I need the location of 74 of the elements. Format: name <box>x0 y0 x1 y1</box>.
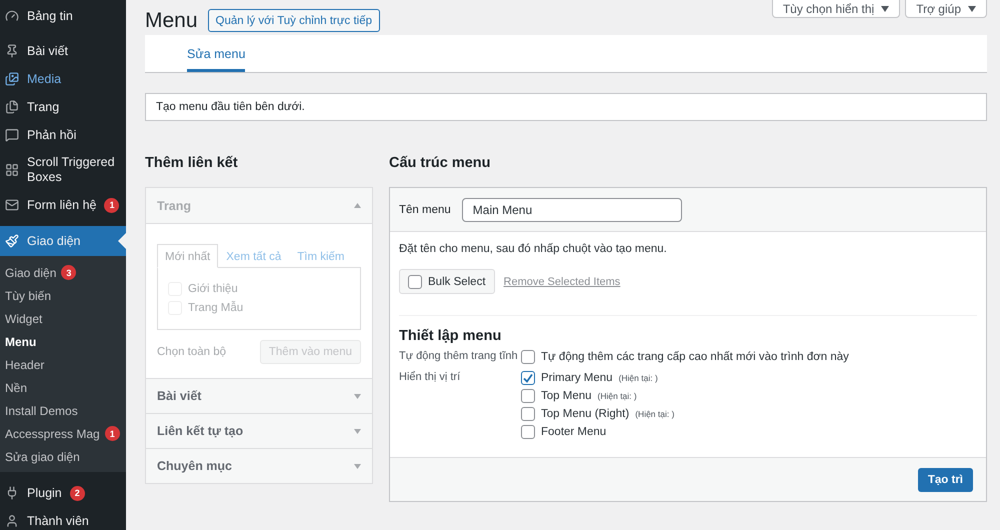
sidebar-item[interactable]: Bài viết <box>0 37 126 65</box>
caret-icon <box>354 464 361 468</box>
sidebar-item[interactable]: Media <box>0 65 126 93</box>
submenu-item[interactable]: Sửa giao diện <box>0 445 126 468</box>
gauge-icon <box>5 9 19 23</box>
submenu-item[interactable]: Widget <box>0 307 126 330</box>
screen-meta-button[interactable]: Tùy chọn hiển thị <box>772 0 900 18</box>
count-badge: 1 <box>104 198 120 212</box>
sidebar-item[interactable]: Phản hồi <box>0 121 126 149</box>
page-title: Menu <box>145 9 198 33</box>
sidebar-item[interactable]: Giao diện <box>0 226 126 256</box>
submenu-item[interactable]: Giao diện 3 <box>0 261 126 284</box>
sidebar-item[interactable]: Plugin 2 <box>0 479 126 507</box>
pin-icon <box>5 44 19 58</box>
speech-bubble-icon <box>5 128 19 142</box>
checkbox[interactable] <box>521 371 535 385</box>
notice: Tạo menu đầu tiên bên dưới. <box>145 93 987 121</box>
caret-icon <box>354 428 361 434</box>
create-menu-button[interactable]: Tạo trì <box>918 468 973 492</box>
settings-heading: Thiết lập menu <box>399 328 502 344</box>
submenu-item[interactable]: Nền <box>0 376 126 399</box>
caret-icon <box>881 6 890 12</box>
checkbox[interactable] <box>408 274 422 288</box>
checkbox-label: Top Menu <box>541 390 592 402</box>
sidebar-item[interactable]: Thành viên <box>0 507 126 530</box>
checkbox[interactable] <box>521 425 535 439</box>
grid-icon <box>5 163 19 177</box>
checkbox[interactable] <box>521 407 535 421</box>
submenu-item[interactable]: Header <box>0 353 126 376</box>
count-badge: 3 <box>61 265 76 280</box>
pages-icon <box>5 100 19 114</box>
count-badge: 1 <box>104 426 120 441</box>
accordion-header[interactable]: Liên kết tự tạo <box>146 413 372 448</box>
submenu-item[interactable]: Install Demos <box>0 399 126 422</box>
setting-label: Hiển thị vị trí <box>399 371 462 383</box>
checkbox-label: Primary Menu <box>541 372 613 384</box>
images-icon <box>5 72 19 86</box>
section-heading: Cấu trúc menu <box>389 155 492 173</box>
user-icon <box>5 514 19 528</box>
accordion-header[interactable]: Chuyên mục <box>146 448 372 483</box>
setting-label: Tự động thêm trang tĩnh <box>399 350 519 362</box>
checkbox[interactable] <box>521 350 535 364</box>
field-label: Tên menu <box>399 204 451 216</box>
location-note: (Hiện tại: ) <box>635 409 674 419</box>
checkbox-label: Giới thiệu <box>188 283 238 295</box>
checkbox-label: Top Menu (Right) <box>541 408 630 420</box>
sidebar-item[interactable]: Trang <box>0 93 126 121</box>
checkbox[interactable] <box>521 389 535 403</box>
location-note: (Hiện tại: ) <box>598 391 637 401</box>
menu-name-field[interactable]: Main Menu <box>462 198 682 222</box>
checkbox-label: Footer Menu <box>541 426 606 438</box>
caret-icon <box>354 203 361 208</box>
submenu-item[interactable]: Tùy biến <box>0 284 126 307</box>
tab[interactable]: Sửa menu <box>187 35 246 72</box>
screen-meta-button[interactable]: Trợ giúp <box>905 0 987 18</box>
caret-icon <box>354 394 361 398</box>
checkbox-label: Trang Mẫu <box>188 302 244 314</box>
section-heading: Thêm liên kết <box>145 155 239 173</box>
submenu-item[interactable]: Accesspress Mag 1 <box>0 422 126 445</box>
bulk-select-button[interactable]: Bulk Select <box>399 269 495 294</box>
checkbox-label: Tự động thêm các trang cấp cao nhất mới vào trình đơn này <box>541 351 849 363</box>
plug-icon <box>5 486 19 500</box>
location-note: (Hiện tại: ) <box>618 373 658 383</box>
customizer-button[interactable]: Quản lý với Tuỳ chỉnh trực tiếp <box>208 9 380 32</box>
paintbrush-icon <box>5 234 19 248</box>
sidebar-item[interactable]: Form liên hệ 1 <box>0 191 126 219</box>
count-badge: 2 <box>70 486 85 500</box>
sidebar-item[interactable]: Bảng tin <box>0 2 126 30</box>
submenu-item[interactable]: Menu <box>0 330 126 353</box>
envelope-icon <box>5 198 19 212</box>
hint-text: Đặt tên cho menu, sau đó nhấp chuột vào tạo menu. <box>399 243 668 255</box>
caret-icon <box>968 6 976 12</box>
sidebar-item[interactable]: Scroll Triggered Boxes <box>0 149 126 191</box>
accordion-header[interactable]: Bài viết <box>146 378 372 413</box>
